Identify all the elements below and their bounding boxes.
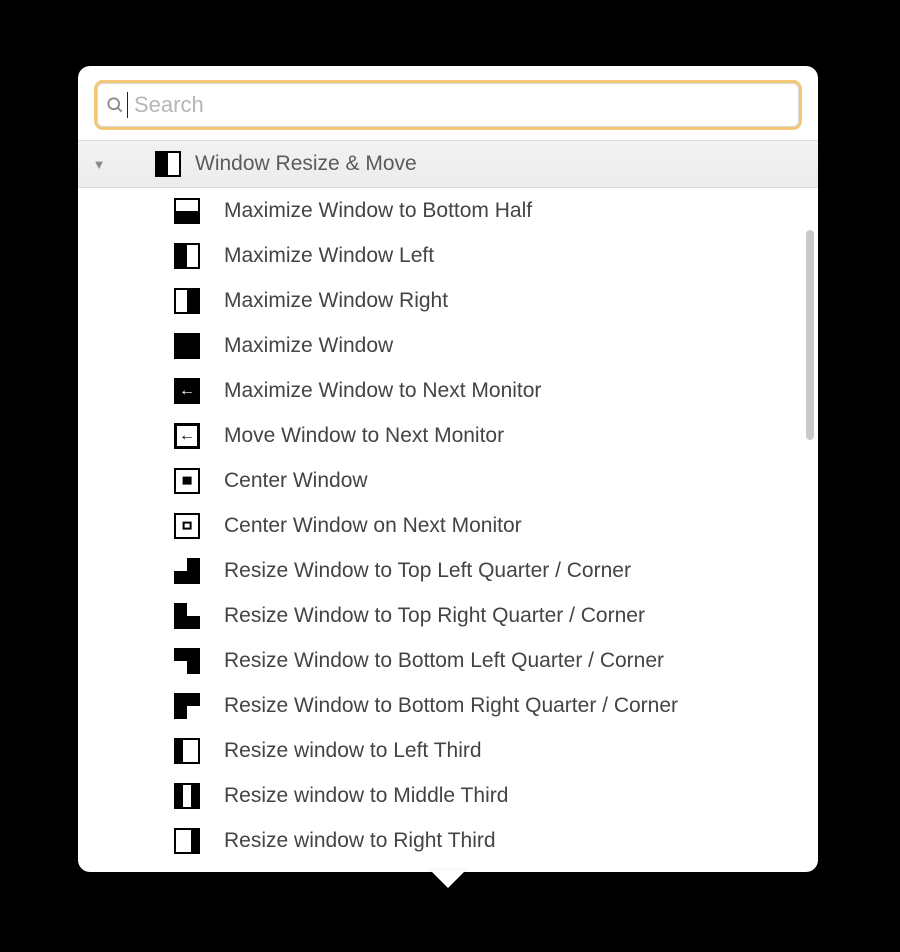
window-left-half-icon — [155, 151, 181, 177]
list-item[interactable]: Resize window to Right Third — [78, 818, 818, 863]
group-title: Window Resize & Move — [195, 152, 417, 176]
list-item[interactable]: Resize Window to Bottom Right Quarter / … — [78, 683, 818, 728]
list-item-label: Maximize Window Right — [224, 289, 448, 313]
list-item[interactable]: Maximize Window Right — [78, 278, 818, 323]
list-item[interactable]: Resize Window to Top Right Quarter / Cor… — [78, 593, 818, 638]
list-item-label: Resize Window to Top Left Quarter / Corn… — [224, 559, 631, 583]
list-item-label: Resize Window to Top Right Quarter / Cor… — [224, 604, 645, 628]
third-left-icon — [174, 738, 200, 764]
list-item-label: Resize window to Left Third — [224, 739, 482, 763]
arrow-left-solid-icon: ← — [174, 378, 200, 404]
left-half-icon — [174, 243, 200, 269]
list-item-label: Maximize Window — [224, 334, 393, 358]
list-item[interactable]: Maximize Window to Bottom Half — [78, 188, 818, 233]
right-half-icon — [174, 288, 200, 314]
list-item[interactable]: Resize Window to Bottom Left Quarter / C… — [78, 638, 818, 683]
center-outline-icon — [174, 513, 200, 539]
bottom-half-icon — [174, 198, 200, 224]
list-item[interactable]: Maximize Window Left — [78, 233, 818, 278]
group-header-window-resize-move[interactable]: ▼ Window Resize & Move — [78, 140, 818, 188]
list-item-label: Resize window to Middle Third — [224, 784, 508, 808]
list-item[interactable]: Resize window to Middle Third — [78, 773, 818, 818]
search-field-container[interactable] — [94, 80, 802, 130]
disclosure-triangle-icon[interactable]: ▼ — [92, 157, 106, 172]
list-item-label: Maximize Window Left — [224, 244, 434, 268]
popover-arrow — [430, 870, 466, 888]
full-icon — [174, 333, 200, 359]
scrollbar-thumb[interactable] — [806, 230, 814, 440]
center-solid-icon — [174, 468, 200, 494]
text-caret — [127, 92, 128, 118]
action-list: Maximize Window to Bottom Half Maximize … — [78, 188, 818, 872]
quarter-bottom-left-inv-icon — [174, 648, 200, 674]
list-item[interactable]: ← Maximize Window to Next Monitor — [78, 368, 818, 413]
quarter-bottom-right-inv-icon — [174, 693, 200, 719]
list-item-label: Center Window — [224, 469, 368, 493]
list-item[interactable]: Resize window to Left Third — [78, 728, 818, 773]
third-right-icon — [174, 828, 200, 854]
list-item[interactable]: Center Window — [78, 458, 818, 503]
third-middle-icon — [174, 783, 200, 809]
arrow-left-outline-icon: ← — [174, 423, 200, 449]
list-item-label: Maximize Window to Next Monitor — [224, 379, 541, 403]
search-icon — [105, 95, 125, 115]
list-item[interactable]: Maximize Window — [78, 323, 818, 368]
list-item-label: Maximize Window to Bottom Half — [224, 199, 532, 223]
quarter-top-left-inv-icon — [174, 558, 200, 584]
popover-panel: ▼ Window Resize & Move Maximize Window t… — [78, 66, 818, 872]
list-item-label: Center Window on Next Monitor — [224, 514, 522, 538]
list-item-label: Resize window to Right Third — [224, 829, 496, 853]
list-item[interactable]: ← Move Window to Next Monitor — [78, 413, 818, 458]
list-item-label: Resize Window to Bottom Left Quarter / C… — [224, 649, 664, 673]
list-item-label: Resize Window to Bottom Right Quarter / … — [224, 694, 678, 718]
quarter-top-right-inv-icon — [174, 603, 200, 629]
list-item-label: Move Window to Next Monitor — [224, 424, 504, 448]
list-item[interactable]: Resize Window to Top Left Quarter / Corn… — [78, 548, 818, 593]
list-item[interactable]: Center Window on Next Monitor — [78, 503, 818, 548]
search-input[interactable] — [130, 82, 791, 128]
